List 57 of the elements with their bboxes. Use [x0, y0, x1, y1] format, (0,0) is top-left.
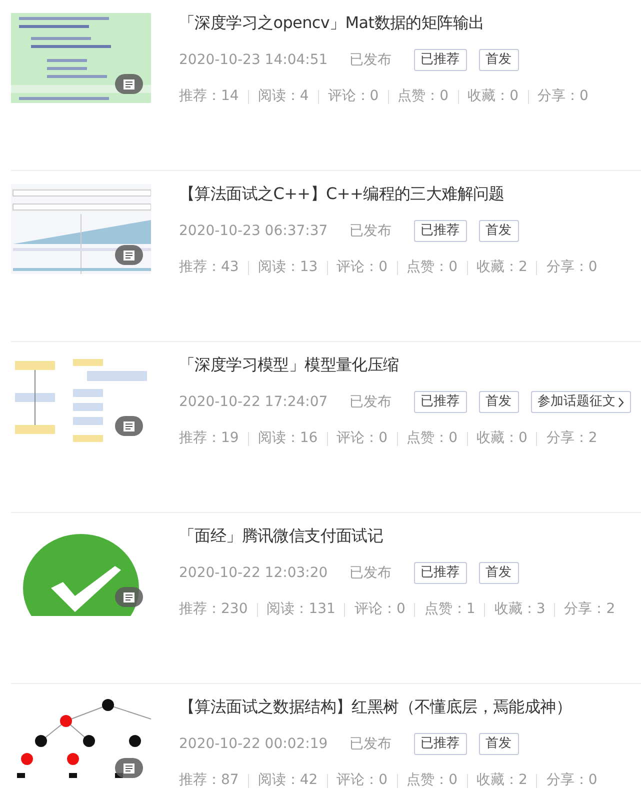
stat-count: 收藏：0	[468, 87, 519, 106]
tag: 已推荐	[414, 49, 467, 71]
stat-count: 分享：2	[564, 600, 616, 619]
tag: 首发	[478, 733, 519, 755]
stat-count: 分享：0	[546, 771, 598, 790]
tag: 已推荐	[414, 220, 467, 242]
stat-count: 分享：0	[546, 258, 598, 277]
publish-date: 2020-10-23 06:37:37	[179, 222, 328, 240]
stat-count: 点赞：0	[406, 771, 458, 790]
stat-count: 评论：0	[354, 600, 406, 619]
stat-count: 收藏：3	[494, 600, 546, 619]
tag: 已推荐	[414, 562, 467, 584]
tag: 首发	[478, 562, 519, 584]
publish-date: 2020-10-22 17:24:07	[179, 392, 328, 412]
stat-count: 推荐：14	[179, 87, 239, 106]
stat-count: 推荐：230	[179, 600, 248, 619]
stat-count: 推荐：43	[179, 258, 239, 277]
article-title[interactable]: 【算法面试之C++】C++编程的三大难解问题	[179, 184, 598, 204]
article-title[interactable]: 【算法面试之数据结构】红黑树（不懂底层，焉能成神）	[179, 697, 598, 717]
stat-count: 评论：0	[328, 87, 379, 106]
tag: 首发	[478, 49, 519, 71]
stat-count: 收藏：0	[476, 429, 528, 448]
tag: 已推荐	[414, 391, 467, 413]
tag: 首发	[478, 220, 519, 242]
tag: 首发	[478, 391, 519, 413]
stat-count: 分享：2	[546, 429, 598, 448]
status-label: 已发布	[350, 392, 392, 412]
stat-count: 收藏：2	[476, 771, 528, 790]
publish-date: 2020-10-22 12:03:20	[179, 564, 328, 582]
status-label: 已发布	[350, 564, 392, 582]
stat-count: 推荐：87	[179, 771, 239, 790]
publish-date: 2020-10-22 00:02:19	[179, 734, 328, 754]
stat-count: 分享：0	[538, 87, 588, 106]
topic-link[interactable]: 参加话题征文	[530, 391, 631, 413]
stat-count: 阅读：131	[266, 600, 336, 619]
stat-count: 点赞：0	[398, 87, 449, 106]
status-label: 已发布	[350, 734, 392, 754]
article-title[interactable]: 「面经」腾讯微信支付面试记	[179, 526, 616, 546]
stat-count: 点赞：1	[424, 600, 476, 619]
stat-count: 阅读：13	[258, 258, 318, 277]
stat-count: 阅读：16	[258, 429, 318, 448]
stat-count: 点赞：0	[406, 258, 458, 277]
stat-count: 评论：0	[336, 258, 388, 277]
stat-count: 点赞：0	[406, 429, 458, 448]
stat-count: 评论：0	[336, 429, 388, 448]
article-title[interactable]: 「深度学习模型」模型量化压缩	[179, 355, 631, 375]
stat-count: 阅读：42	[258, 771, 318, 790]
publish-date: 2020-10-23 14:04:51	[179, 50, 328, 70]
stat-count: 阅读：4	[258, 87, 309, 106]
stat-count: 收藏：2	[476, 258, 528, 277]
status-label: 已发布	[350, 50, 392, 70]
stat-count: 评论：0	[336, 771, 388, 790]
article-title[interactable]: 「深度学习之opencv」Mat数据的矩阵输出	[179, 13, 588, 33]
status-label: 已发布	[350, 222, 392, 240]
stat-count: 推荐：19	[179, 429, 239, 448]
tag: 已推荐	[414, 733, 467, 755]
chevron-right-icon	[618, 396, 624, 408]
